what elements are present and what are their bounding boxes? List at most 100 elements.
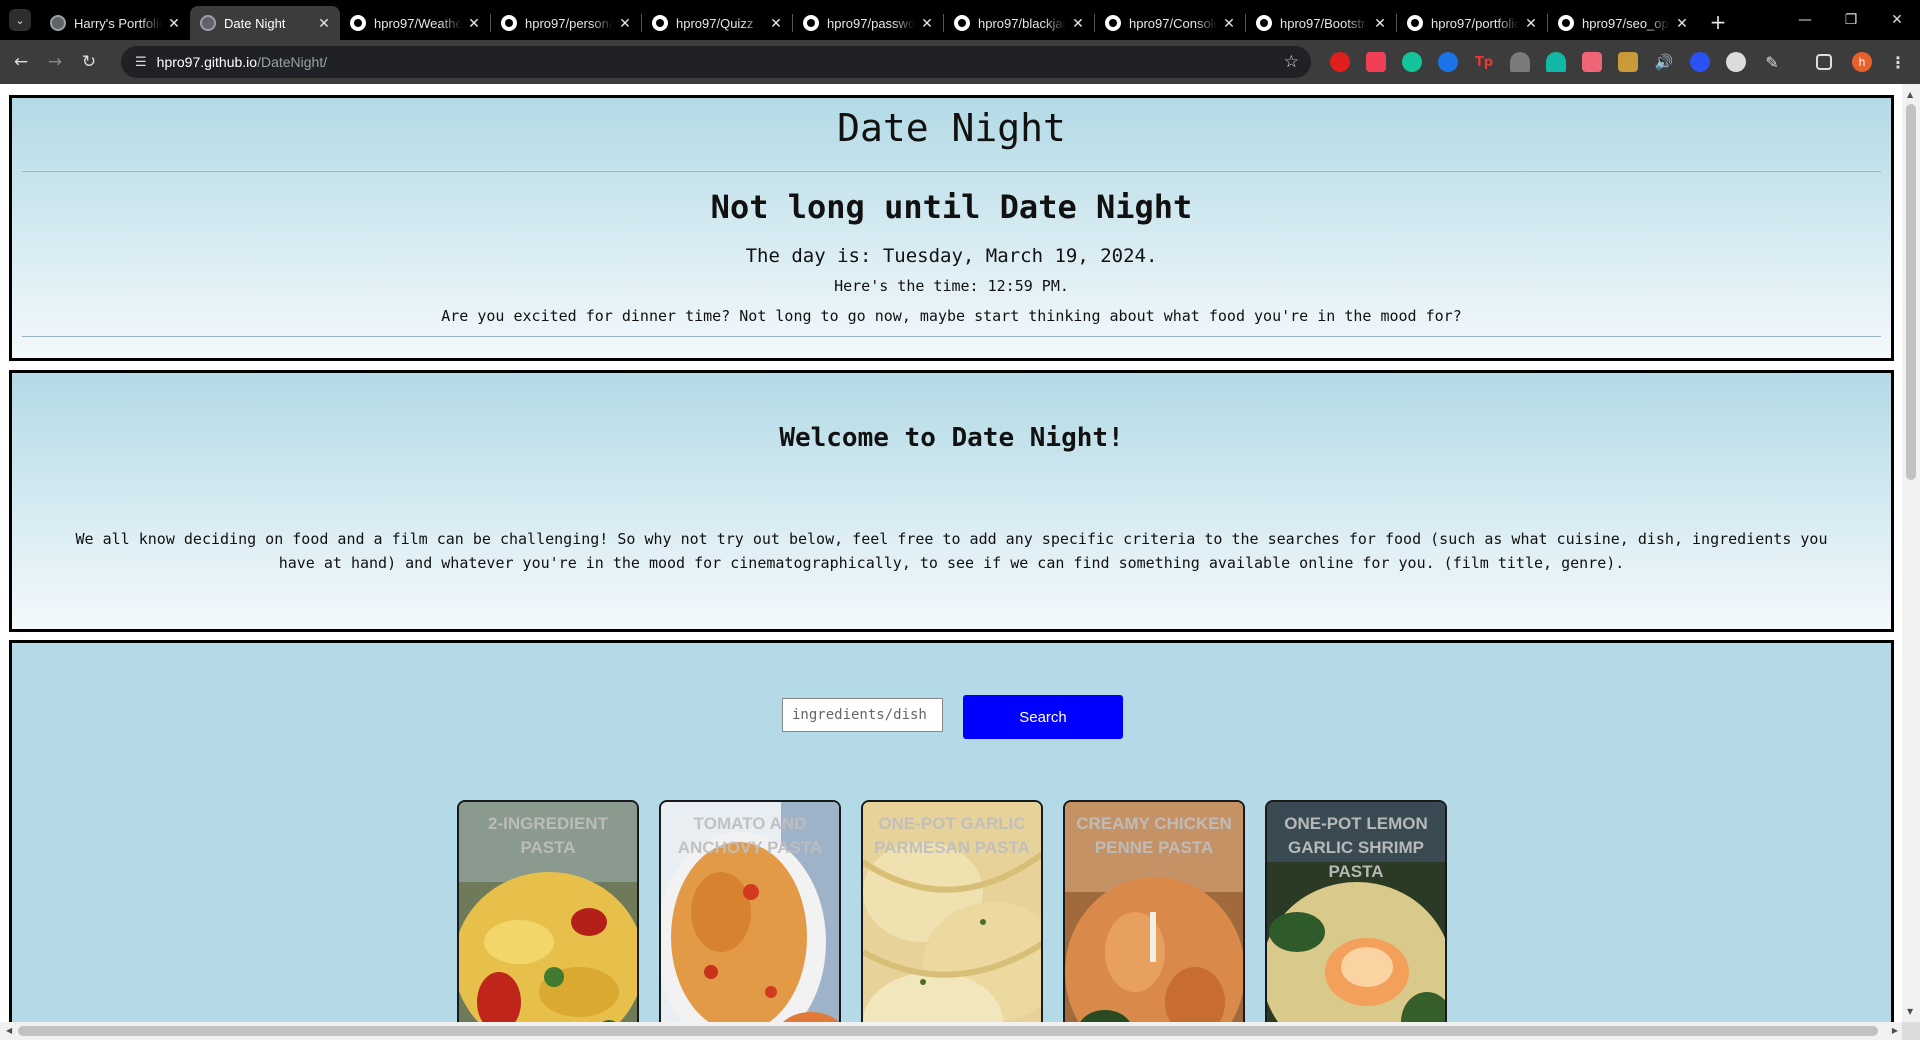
close-icon[interactable]: ✕: [466, 15, 482, 32]
tab-title: hpro97/Quizz: [676, 15, 754, 31]
extension-pocket-icon[interactable]: [1366, 52, 1386, 72]
close-icon[interactable]: ✕: [1523, 15, 1539, 32]
recipe-card[interactable]: One-Pot Lemon Garlic Shrimp Pasta: [1265, 800, 1447, 1022]
divider: [22, 336, 1881, 337]
globe-icon: [50, 15, 66, 31]
profile-avatar[interactable]: h: [1852, 52, 1872, 72]
scroll-up-icon[interactable]: ▲: [1907, 90, 1913, 99]
tab-seo[interactable]: hpro97/seo_opt ✕: [1548, 6, 1698, 40]
recipe-card[interactable]: Creamy Chicken Penne Pasta: [1063, 800, 1245, 1022]
extension-grammarly-icon[interactable]: [1402, 52, 1422, 72]
close-icon[interactable]: ✕: [617, 15, 633, 32]
tab-title: hpro97/blackjack: [978, 15, 1066, 31]
back-button[interactable]: ←: [4, 45, 38, 79]
address-bar[interactable]: ☰ hpro97.github.io/DateNight/ ☆: [121, 46, 1311, 78]
tab-blackjack[interactable]: hpro97/blackjack ✕: [944, 6, 1094, 40]
recipe-search-input[interactable]: ingredients/dish: [782, 698, 943, 732]
recipe-title: One-Pot Garlic Parmesan Pasta: [874, 814, 1030, 857]
extension-record-icon[interactable]: [1690, 52, 1710, 72]
close-icon[interactable]: ✕: [768, 15, 784, 32]
tab-date-night[interactable]: Date Night ✕: [190, 6, 340, 40]
tab-title: hpro97/Weather: [374, 15, 462, 31]
github-icon: [501, 15, 517, 31]
welcome-title: Welcome to Date Night!: [779, 423, 1124, 453]
recipe-search-panel: ingredients/dish Search 2-Ingredient Pas…: [9, 640, 1894, 1022]
extension-teal-icon[interactable]: [1546, 52, 1566, 72]
recipe-card[interactable]: One-Pot Garlic Parmesan Pasta: [861, 800, 1043, 1022]
recipe-title: Tomato and Anchovy Pasta: [677, 814, 823, 857]
github-icon: [1558, 15, 1574, 31]
vertical-scrollbar[interactable]: ▲ ▼: [1902, 84, 1920, 1022]
close-icon[interactable]: ✕: [1070, 15, 1086, 32]
scroll-right-icon[interactable]: ▶: [1892, 1026, 1898, 1035]
minimize-button[interactable]: —: [1782, 0, 1828, 40]
tab-personal[interactable]: hpro97/personal ✕: [491, 6, 641, 40]
close-icon[interactable]: ✕: [919, 15, 935, 32]
close-icon[interactable]: ✕: [316, 15, 332, 32]
github-icon: [1256, 15, 1272, 31]
close-icon[interactable]: ✕: [166, 15, 182, 32]
tab-search-button[interactable]: ⌄: [9, 9, 31, 31]
scroll-down-icon[interactable]: ▼: [1907, 1007, 1913, 1016]
current-time: Here's the time: 12:59 PM.: [834, 277, 1069, 295]
extension-video-icon[interactable]: [1582, 52, 1602, 72]
recipe-title: 2-Ingredient Pasta: [488, 814, 608, 857]
url-path: /DateNight/: [257, 54, 328, 70]
close-icon[interactable]: ✕: [1221, 15, 1237, 32]
github-icon: [803, 15, 819, 31]
tab-password[interactable]: hpro97/password ✕: [793, 6, 943, 40]
recipe-title: Creamy Chicken Penne Pasta: [1076, 814, 1232, 857]
tab-portfolio[interactable]: hpro97/portfolio ✕: [1397, 6, 1547, 40]
site-info-icon[interactable]: ☰: [135, 55, 147, 70]
tab-weather[interactable]: hpro97/Weather ✕: [340, 6, 490, 40]
page-viewport: Date Night Not long until Date Night The…: [0, 84, 1902, 1022]
scroll-left-icon[interactable]: ◀: [6, 1026, 12, 1035]
extension-white-icon[interactable]: [1726, 52, 1746, 72]
tab-title: hpro97/personal: [525, 15, 613, 31]
browser-menu-icon[interactable]: ⋮: [1888, 52, 1908, 72]
close-icon[interactable]: ✕: [1372, 15, 1388, 32]
search-button[interactable]: Search: [963, 695, 1123, 739]
reload-button[interactable]: ↻: [72, 45, 106, 79]
recipe-title: One-Pot Lemon Garlic Shrimp Pasta: [1284, 814, 1428, 881]
extensions-puzzle-icon[interactable]: ✎: [1762, 52, 1782, 72]
extension-volume-icon[interactable]: 🔊: [1654, 52, 1674, 72]
github-icon: [1407, 15, 1423, 31]
recipe-card[interactable]: Tomato and Anchovy Pasta: [659, 800, 841, 1022]
horizontal-scrollbar[interactable]: ◀ ▶: [0, 1022, 1902, 1040]
tab-title: hpro97/Bootstrap: [1280, 15, 1368, 31]
recipe-card[interactable]: 2-Ingredient Pasta: [457, 800, 639, 1022]
welcome-text: We all know deciding on food and a film …: [75, 530, 1828, 572]
header-panel: Date Night Not long until Date Night The…: [9, 95, 1894, 361]
divider: [22, 171, 1881, 172]
side-panel-icon[interactable]: [1816, 54, 1832, 70]
site-title: Date Night: [837, 106, 1066, 150]
tab-title: hpro97/seo_opt: [1582, 15, 1670, 31]
tab-title: hpro97/Console: [1129, 15, 1217, 31]
scrollbar-thumb[interactable]: [18, 1026, 1878, 1036]
extension-arc-icon[interactable]: [1510, 52, 1530, 72]
tab-strip: ⌄ Harry's Portfolio ✕ Date Night ✕ hpro9…: [0, 0, 1920, 40]
github-icon: [1105, 15, 1121, 31]
new-tab-button[interactable]: +: [1704, 8, 1732, 36]
tab-console[interactable]: hpro97/Console ✕: [1095, 6, 1245, 40]
welcome-panel: Welcome to Date Night! We all know decid…: [9, 370, 1894, 632]
tab-title: Harry's Portfolio: [74, 15, 162, 31]
tab-title: hpro97/portfolio: [1431, 15, 1519, 31]
tab-bootstrap[interactable]: hpro97/Bootstrap ✕: [1246, 6, 1396, 40]
bookmark-star-icon[interactable]: ☆: [1284, 52, 1299, 72]
tab-quizz[interactable]: hpro97/Quizz ✕: [642, 6, 792, 40]
close-window-button[interactable]: ✕: [1874, 0, 1920, 40]
extension-adblock-icon[interactable]: [1330, 52, 1350, 72]
scrollbar-thumb[interactable]: [1906, 104, 1916, 480]
extension-blue-icon[interactable]: [1438, 52, 1458, 72]
restore-button[interactable]: ❐: [1828, 0, 1874, 40]
extension-tp-icon[interactable]: Tp: [1474, 52, 1494, 72]
forward-button[interactable]: →: [38, 45, 72, 79]
github-icon: [954, 15, 970, 31]
close-icon[interactable]: ✕: [1674, 15, 1690, 32]
extension-screenshot-icon[interactable]: [1618, 52, 1638, 72]
tab-harrys-portfolio[interactable]: Harry's Portfolio ✕: [40, 6, 190, 40]
tab-title: hpro97/password: [827, 15, 915, 31]
github-icon: [652, 15, 668, 31]
